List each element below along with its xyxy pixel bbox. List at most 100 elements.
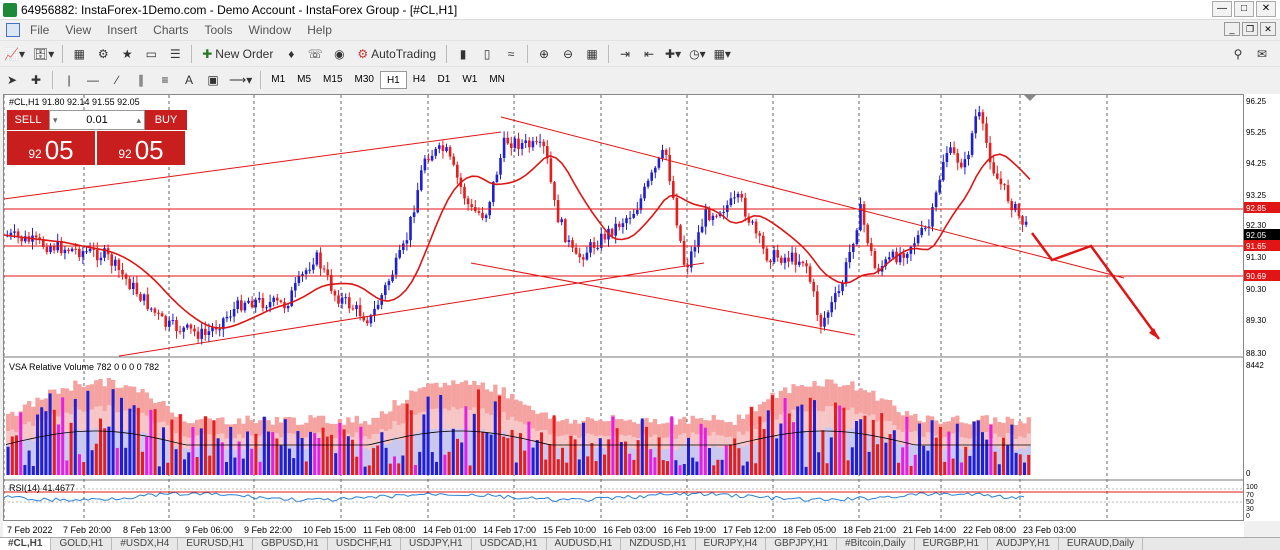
text-label-icon[interactable]: ▣ bbox=[202, 70, 224, 90]
trendline-icon[interactable]: ∕ bbox=[106, 70, 128, 90]
sell-button[interactable]: SELL bbox=[7, 110, 49, 130]
lot-value[interactable]: 0.01 bbox=[86, 114, 107, 126]
timeframe-m30[interactable]: M30 bbox=[349, 71, 380, 89]
date-axis[interactable]: 7 Feb 2022 7 Feb 20:00 8 Feb 13:00 9 Feb 06… bbox=[3, 521, 1244, 537]
fibonacci-icon[interactable]: ≡ bbox=[154, 70, 176, 90]
horizontal-line-icon[interactable]: — bbox=[82, 70, 104, 90]
child-restore-button[interactable]: ❐ bbox=[1242, 22, 1258, 36]
timeframe-h1[interactable]: H1 bbox=[379, 70, 407, 89]
timeframe-m5[interactable]: M5 bbox=[291, 71, 317, 89]
descending-line-lower[interactable] bbox=[470, 262, 856, 336]
menu-charts[interactable]: Charts bbox=[145, 23, 196, 37]
cursor-icon[interactable]: ➤ bbox=[1, 70, 23, 90]
bar-chart-icon[interactable]: ▮ bbox=[452, 44, 474, 64]
search-icon[interactable]: ⚲ bbox=[1227, 44, 1249, 64]
chart-tab[interactable]: GBPUSD,H1 bbox=[253, 538, 328, 550]
chart-tab[interactable]: USDCHF,H1 bbox=[328, 538, 401, 550]
timeframe-d1[interactable]: D1 bbox=[432, 71, 457, 89]
lot-decrease-icon[interactable]: ▾ bbox=[53, 115, 58, 126]
chart-tab[interactable]: USDCAD,H1 bbox=[472, 538, 547, 550]
price-scale[interactable]: 96.25 95.25 94.25 93.25 92.30 91.30 90.3… bbox=[1244, 94, 1280, 521]
chart-tab[interactable]: EURUSD,H1 bbox=[178, 538, 254, 550]
menu-tools[interactable]: Tools bbox=[197, 23, 241, 37]
menu-insert[interactable]: Insert bbox=[99, 23, 145, 37]
chart-tab[interactable]: GBPJPY,H1 bbox=[766, 538, 838, 550]
date-label: 14 Feb 01:00 bbox=[423, 525, 476, 535]
navigator-icon[interactable]: ★ bbox=[116, 44, 138, 64]
crosshair-icon[interactable]: ✚ bbox=[25, 70, 47, 90]
timeframe-m1[interactable]: M1 bbox=[265, 71, 291, 89]
candle-body bbox=[787, 257, 790, 262]
menu-file[interactable]: File bbox=[22, 23, 57, 37]
signals-icon[interactable]: ☏ bbox=[304, 44, 326, 64]
minimize-button[interactable]: — bbox=[1212, 1, 1232, 17]
menu-help[interactable]: Help bbox=[299, 23, 340, 37]
channel-icon[interactable]: ∥ bbox=[130, 70, 152, 90]
chart-shift-marker[interactable] bbox=[1024, 95, 1036, 101]
profiles-icon[interactable]: 🗄▾ bbox=[30, 44, 57, 64]
chart-tab[interactable]: NZDUSD,H1 bbox=[621, 538, 696, 550]
child-close-button[interactable]: ✕ bbox=[1260, 22, 1276, 36]
chart-tab[interactable]: GOLD,H1 bbox=[51, 538, 113, 550]
line-chart-icon[interactable]: ≈ bbox=[500, 44, 522, 64]
chart-tab[interactable]: USDJPY,H1 bbox=[401, 538, 472, 550]
autotrading-button[interactable]: ⚙ AutoTrading bbox=[352, 44, 441, 64]
candle-body bbox=[934, 192, 938, 208]
arrows-icon[interactable]: ⟶▾ bbox=[226, 70, 255, 90]
candle-body bbox=[657, 158, 661, 168]
lot-increase-icon[interactable]: ▴ bbox=[136, 115, 141, 126]
chart-tab[interactable]: AUDJPY,H1 bbox=[988, 538, 1059, 550]
timeframe-mn[interactable]: MN bbox=[483, 71, 511, 89]
data-window-icon[interactable]: ⚙ bbox=[92, 44, 114, 64]
lot-size-field[interactable]: ▾ 0.01 ▴ bbox=[49, 110, 145, 130]
strategy-tester-icon[interactable]: ☰ bbox=[164, 44, 186, 64]
market-watch-icon[interactable]: ▦ bbox=[68, 44, 90, 64]
chart-tab[interactable]: #USDX,H4 bbox=[112, 538, 179, 550]
chart-tab[interactable]: AUDUSD,H1 bbox=[547, 538, 622, 550]
vsa-bar bbox=[288, 448, 291, 475]
tile-windows-icon[interactable]: ▦ bbox=[581, 44, 603, 64]
close-button[interactable]: ✕ bbox=[1256, 1, 1276, 17]
terminal-icon[interactable]: ▭ bbox=[140, 44, 162, 64]
child-minimize-button[interactable]: _ bbox=[1224, 22, 1240, 36]
candle-body bbox=[564, 219, 567, 242]
date-label: 16 Feb 03:00 bbox=[603, 525, 656, 535]
vsa-bar bbox=[170, 419, 174, 475]
periods-icon[interactable]: ◷▾ bbox=[686, 44, 709, 64]
menu-view[interactable]: View bbox=[57, 23, 99, 37]
sell-price[interactable]: 92 05 bbox=[7, 131, 95, 165]
candle-body bbox=[186, 324, 189, 328]
vsa-bar bbox=[892, 430, 896, 475]
new-order-button[interactable]: ✚ New Order bbox=[197, 44, 278, 64]
chart-tab[interactable]: EURAUD,Daily bbox=[1059, 538, 1144, 550]
metaeditor-icon[interactable]: ♦ bbox=[280, 44, 302, 64]
chart-tab[interactable]: EURGBP,H1 bbox=[915, 538, 989, 550]
new-chart-icon[interactable]: 📈▾ bbox=[1, 44, 28, 64]
timeframe-m15[interactable]: M15 bbox=[317, 71, 348, 89]
chart-tab[interactable]: #Bitcoin,Daily bbox=[837, 538, 915, 550]
menu-window[interactable]: Window bbox=[241, 23, 300, 37]
timeframe-w1[interactable]: W1 bbox=[456, 71, 483, 89]
templates-icon[interactable]: ▦▾ bbox=[711, 44, 734, 64]
autoscroll-icon[interactable]: ⇥ bbox=[614, 44, 636, 64]
candlestick-icon[interactable]: ▯ bbox=[476, 44, 498, 64]
chat-icon[interactable]: ✉ bbox=[1251, 44, 1273, 64]
zoom-in-icon[interactable]: ⊕ bbox=[533, 44, 555, 64]
chart-tab[interactable]: EURJPY,H4 bbox=[696, 538, 767, 550]
buy-button[interactable]: BUY bbox=[145, 110, 187, 130]
indicators-icon[interactable]: ✚▾ bbox=[662, 44, 684, 64]
forecast-arrow[interactable] bbox=[1030, 232, 1161, 340]
lower-channel-line[interactable] bbox=[118, 262, 705, 357]
buy-price[interactable]: 92 05 bbox=[97, 131, 185, 165]
zoom-out-icon[interactable]: ⊖ bbox=[557, 44, 579, 64]
vertical-line-icon[interactable]: | bbox=[58, 70, 80, 90]
radio-icon[interactable]: ◉ bbox=[328, 44, 350, 64]
maximize-button[interactable]: □ bbox=[1234, 1, 1254, 17]
vsa-bar bbox=[695, 461, 699, 475]
candle-body bbox=[621, 223, 625, 227]
vsa-bar bbox=[334, 453, 338, 475]
chart-tab[interactable]: #CL,H1 bbox=[0, 538, 52, 550]
text-icon[interactable]: A bbox=[178, 70, 200, 90]
timeframe-h4[interactable]: H4 bbox=[407, 71, 432, 89]
chart-shift-icon[interactable]: ⇤ bbox=[638, 44, 660, 64]
